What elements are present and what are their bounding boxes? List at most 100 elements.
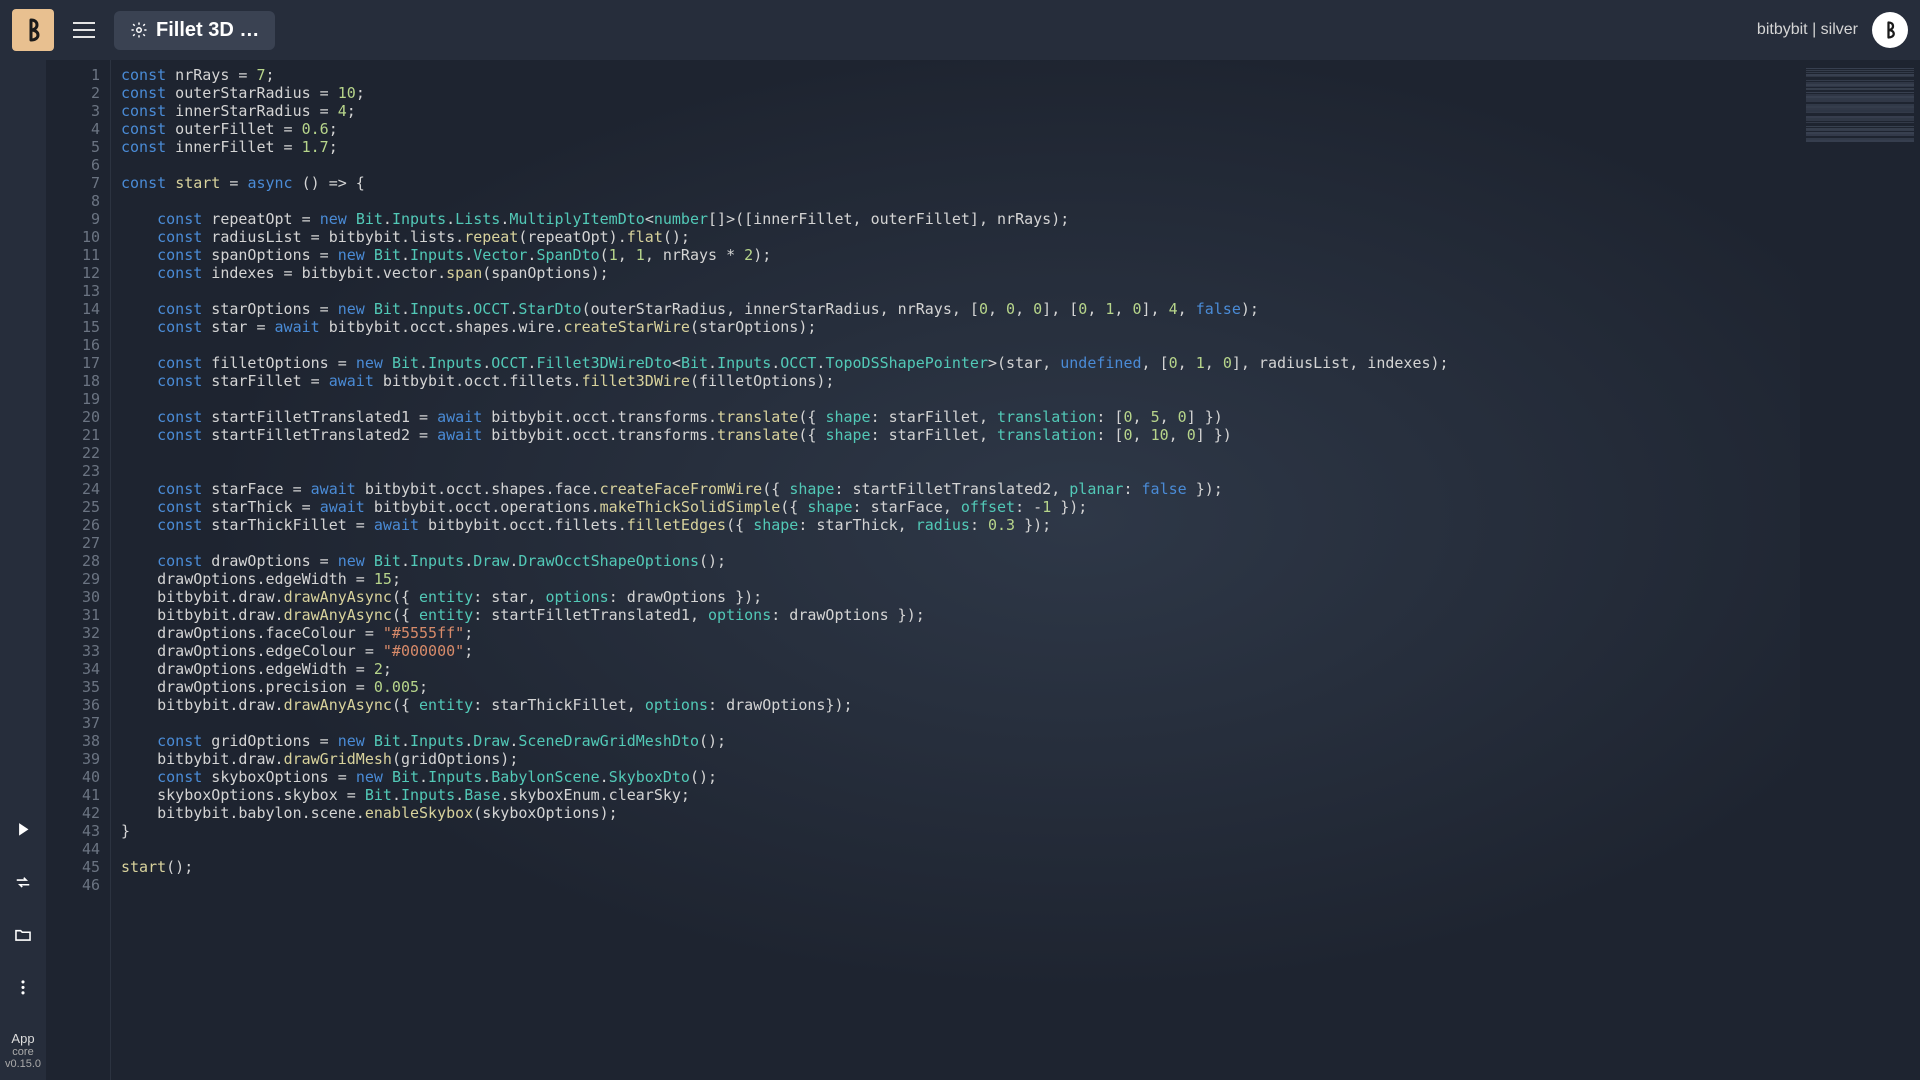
line-number: 28	[46, 552, 100, 570]
code-line[interactable]: const start = async () => {	[121, 174, 1800, 192]
code-line[interactable]: const startFilletTranslated1 = await bit…	[121, 408, 1800, 426]
code-line[interactable]: const spanOptions = new Bit.Inputs.Vecto…	[121, 246, 1800, 264]
code-line[interactable]	[121, 192, 1800, 210]
code-line[interactable]	[121, 462, 1800, 480]
code-line[interactable]	[121, 282, 1800, 300]
line-number: 24	[46, 480, 100, 498]
minimap[interactable]	[1800, 60, 1920, 1080]
code-line[interactable]: const nrRays = 7;	[121, 66, 1800, 84]
code-line[interactable]: const starFace = await bitbybit.occt.sha…	[121, 480, 1800, 498]
code-line[interactable]: const gridOptions = new Bit.Inputs.Draw.…	[121, 732, 1800, 750]
code-line[interactable]: const starFillet = await bitbybit.occt.f…	[121, 372, 1800, 390]
code-line[interactable]: start();	[121, 858, 1800, 876]
avatar[interactable]	[1872, 12, 1908, 48]
line-number: 26	[46, 516, 100, 534]
line-number: 32	[46, 624, 100, 642]
line-number: 31	[46, 606, 100, 624]
line-number: 21	[46, 426, 100, 444]
gear-icon	[130, 21, 148, 39]
line-number: 3	[46, 102, 100, 120]
code-area[interactable]: const nrRays = 7;const outerStarRadius =…	[110, 60, 1800, 1080]
more-vert-icon[interactable]	[11, 978, 35, 997]
line-number: 45	[46, 858, 100, 876]
line-number: 5	[46, 138, 100, 156]
user-label: bitbybit | silver	[1757, 21, 1858, 39]
code-line[interactable]: }	[121, 822, 1800, 840]
code-line[interactable]	[121, 390, 1800, 408]
line-number: 15	[46, 318, 100, 336]
code-line[interactable]	[121, 336, 1800, 354]
code-line[interactable]: const repeatOpt = new Bit.Inputs.Lists.M…	[121, 210, 1800, 228]
code-line[interactable]: bitbybit.draw.drawAnyAsync({ entity: sta…	[121, 696, 1800, 714]
code-line[interactable]: const skyboxOptions = new Bit.Inputs.Bab…	[121, 768, 1800, 786]
line-number: 29	[46, 570, 100, 588]
line-number: 39	[46, 750, 100, 768]
code-line[interactable]: const starOptions = new Bit.Inputs.OCCT.…	[121, 300, 1800, 318]
line-number: 33	[46, 642, 100, 660]
code-line[interactable]: const radiusList = bitbybit.lists.repeat…	[121, 228, 1800, 246]
code-line[interactable]	[121, 876, 1800, 894]
code-line[interactable]: const outerStarRadius = 10;	[121, 84, 1800, 102]
app-logo[interactable]	[12, 9, 54, 51]
logo-small-icon	[1881, 21, 1899, 39]
code-line[interactable]: const indexes = bitbybit.vector.span(spa…	[121, 264, 1800, 282]
code-line[interactable]: bitbybit.draw.drawAnyAsync({ entity: sta…	[121, 606, 1800, 624]
logo-icon	[21, 18, 45, 42]
code-line[interactable]: const starThickFillet = await bitbybit.o…	[121, 516, 1800, 534]
code-line[interactable]: skyboxOptions.skybox = Bit.Inputs.Base.s…	[121, 786, 1800, 804]
line-number: 1	[46, 66, 100, 84]
line-number: 34	[46, 660, 100, 678]
code-line[interactable]: const starThick = await bitbybit.occt.op…	[121, 498, 1800, 516]
line-number: 22	[46, 444, 100, 462]
code-line[interactable]: const startFilletTranslated2 = await bit…	[121, 426, 1800, 444]
line-number: 4	[46, 120, 100, 138]
code-line[interactable]: drawOptions.faceColour = "#5555ff";	[121, 624, 1800, 642]
project-title: Fillet 3D …	[156, 19, 259, 42]
line-number: 19	[46, 390, 100, 408]
code-line[interactable]: const innerFillet = 1.7;	[121, 138, 1800, 156]
code-line[interactable]: bitbybit.draw.drawGridMesh(gridOptions);	[121, 750, 1800, 768]
folder-icon[interactable]	[11, 926, 35, 945]
line-number: 18	[46, 372, 100, 390]
editor[interactable]: 1234567891011121314151617181920212223242…	[46, 60, 1920, 1080]
code-line[interactable]	[121, 534, 1800, 552]
code-line[interactable]	[121, 714, 1800, 732]
code-line[interactable]: const drawOptions = new Bit.Inputs.Draw.…	[121, 552, 1800, 570]
line-number: 25	[46, 498, 100, 516]
code-line[interactable]	[121, 444, 1800, 462]
line-number: 41	[46, 786, 100, 804]
code-line[interactable]: bitbybit.draw.drawAnyAsync({ entity: sta…	[121, 588, 1800, 606]
line-number: 7	[46, 174, 100, 192]
menu-button[interactable]	[68, 14, 100, 46]
line-number: 13	[46, 282, 100, 300]
code-line[interactable]: const outerFillet = 0.6;	[121, 120, 1800, 138]
line-number: 17	[46, 354, 100, 372]
code-line[interactable]: bitbybit.babylon.scene.enableSkybox(skyb…	[121, 804, 1800, 822]
code-line[interactable]: drawOptions.edgeWidth = 15;	[121, 570, 1800, 588]
line-number: 6	[46, 156, 100, 174]
app-core: core	[5, 1046, 41, 1058]
line-number: 35	[46, 678, 100, 696]
code-line[interactable]: const star = await bitbybit.occt.shapes.…	[121, 318, 1800, 336]
line-number: 43	[46, 822, 100, 840]
code-line[interactable]: const filletOptions = new Bit.Inputs.OCC…	[121, 354, 1800, 372]
code-line[interactable]: drawOptions.precision = 0.005;	[121, 678, 1800, 696]
line-number: 2	[46, 84, 100, 102]
line-number: 23	[46, 462, 100, 480]
line-number: 36	[46, 696, 100, 714]
code-line[interactable]: drawOptions.edgeWidth = 2;	[121, 660, 1800, 678]
line-number: 46	[46, 876, 100, 894]
topbar: Fillet 3D … bitbybit | silver	[0, 0, 1920, 60]
project-title-pill[interactable]: Fillet 3D …	[114, 11, 275, 50]
code-line[interactable]	[121, 156, 1800, 174]
code-line[interactable]: drawOptions.edgeColour = "#000000";	[121, 642, 1800, 660]
code-line[interactable]: const innerStarRadius = 4;	[121, 102, 1800, 120]
line-gutter: 1234567891011121314151617181920212223242…	[46, 60, 110, 1080]
code-line[interactable]	[121, 840, 1800, 858]
line-number: 40	[46, 768, 100, 786]
line-number: 14	[46, 300, 100, 318]
swap-icon[interactable]	[11, 873, 35, 892]
play-icon[interactable]	[11, 820, 35, 839]
line-number: 20	[46, 408, 100, 426]
app-version: v0.15.0	[5, 1058, 41, 1070]
